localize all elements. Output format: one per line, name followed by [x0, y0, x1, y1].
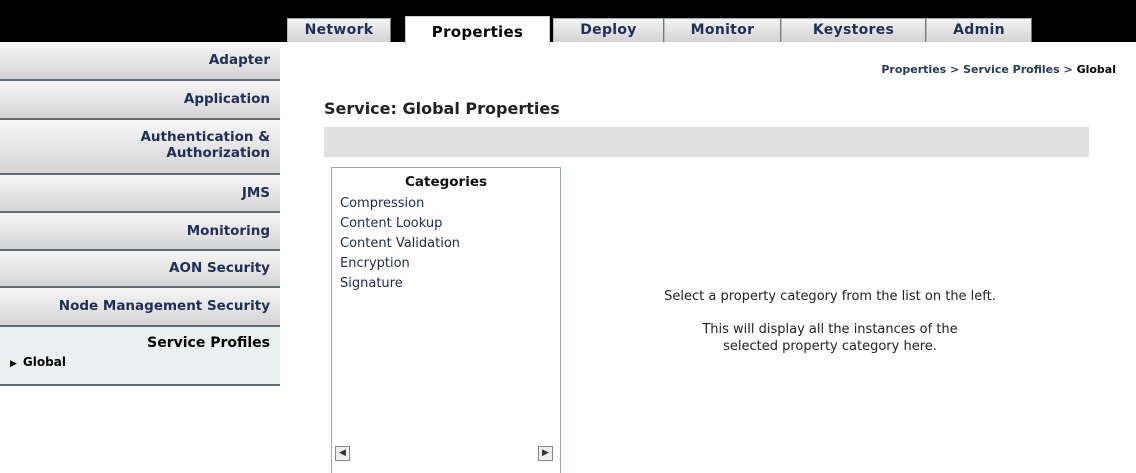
- scroll-right-icon[interactable]: ▶: [538, 446, 553, 461]
- categories-list: Compression Content Lookup Content Valid…: [340, 194, 560, 294]
- tab-monitor[interactable]: Monitor: [664, 18, 781, 42]
- sidebar-item-label: Node Management Security: [58, 298, 270, 314]
- breadcrumb-separator: >: [950, 63, 960, 76]
- sidebar-item-label: Adapter: [208, 52, 270, 68]
- categories-title: Categories: [404, 174, 488, 190]
- toolbar-bar: [324, 127, 1089, 157]
- sidebar-item-aon-security[interactable]: AON Security: [0, 251, 280, 288]
- tab-admin[interactable]: Admin: [926, 18, 1032, 42]
- sidebar-item-monitoring[interactable]: Monitoring: [0, 213, 280, 251]
- tab-deploy[interactable]: Deploy: [553, 18, 664, 42]
- sidebar-subitem-label: Global: [22, 355, 66, 369]
- info-message-line3: selected property category here.: [723, 339, 937, 354]
- tab-network[interactable]: Network: [287, 18, 391, 42]
- categories-panel: Categories Compression Content Lookup Co…: [331, 167, 561, 473]
- breadcrumb-properties[interactable]: Properties: [881, 63, 946, 76]
- tab-properties[interactable]: Properties: [405, 16, 550, 44]
- category-signature[interactable]: Signature: [340, 274, 560, 294]
- tab-keystores[interactable]: Keystores: [781, 18, 926, 42]
- breadcrumb-current: Global: [1076, 63, 1116, 76]
- info-message-line2: This will display all the instances of t…: [702, 322, 958, 337]
- sidebar-item-adapter[interactable]: Adapter: [0, 42, 280, 81]
- category-compression[interactable]: Compression: [340, 194, 560, 214]
- sidebar: Adapter Application Authentication & Aut…: [0, 42, 280, 386]
- sidebar-item-label: JMS: [241, 185, 270, 201]
- category-content-validation[interactable]: Content Validation: [340, 234, 560, 254]
- sidebar-item-application[interactable]: Application: [0, 81, 280, 120]
- sidebar-item-label: Authentication & Authorization: [140, 129, 270, 161]
- category-content-lookup[interactable]: Content Lookup: [340, 214, 560, 234]
- sidebar-item-node-management-security[interactable]: Node Management Security: [0, 288, 280, 327]
- sidebar-item-authentication[interactable]: Authentication & Authorization: [0, 120, 280, 175]
- breadcrumb-service-profiles[interactable]: Service Profiles: [963, 63, 1060, 76]
- sidebar-item-label: Service Profiles: [147, 335, 270, 351]
- sidebar-item-label: Monitoring: [186, 223, 270, 239]
- sidebar-item-label: AON Security: [169, 260, 270, 276]
- category-encryption[interactable]: Encryption: [340, 254, 560, 274]
- sidebar-subitem-global[interactable]: ▶ Global: [0, 355, 270, 369]
- sidebar-item-label: Application: [183, 91, 270, 107]
- scroll-left-icon[interactable]: ◀: [335, 446, 350, 461]
- breadcrumb: Properties > Service Profiles > Global: [881, 63, 1116, 76]
- sidebar-item-jms[interactable]: JMS: [0, 175, 280, 213]
- breadcrumb-separator: >: [1063, 63, 1073, 76]
- top-nav-bar: Network Properties Deploy Monitor Keysto…: [0, 0, 1136, 44]
- arrow-right-icon: ▶: [10, 359, 17, 369]
- info-message-line1: Select a property category from the list…: [664, 289, 996, 304]
- sidebar-item-service-profiles[interactable]: Service Profiles ▶ Global: [0, 327, 280, 386]
- page-title: Service: Global Properties: [324, 99, 560, 118]
